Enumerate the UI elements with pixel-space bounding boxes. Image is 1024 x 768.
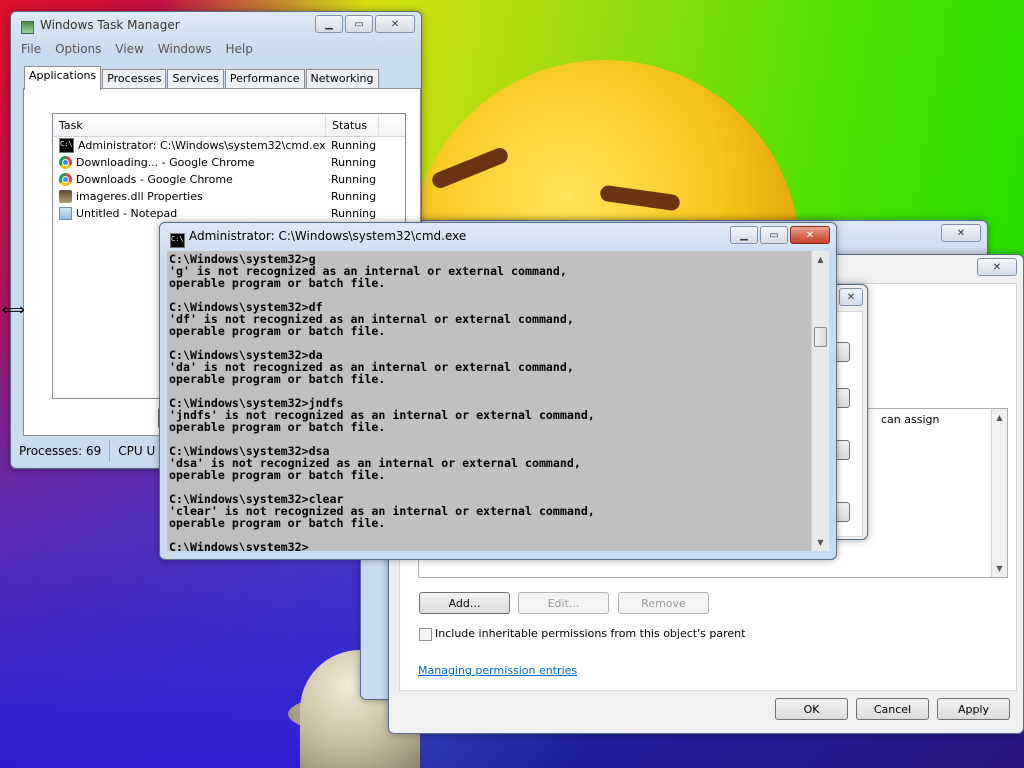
cmd-maximize-icon[interactable]: ▭ <box>760 226 788 244</box>
task-name: Untitled - Notepad <box>76 207 178 220</box>
chrome-icon <box>59 173 72 186</box>
tab-performance[interactable]: Performance <box>224 69 305 89</box>
menu-view[interactable]: View <box>115 42 143 56</box>
task-status: Running <box>331 173 377 186</box>
scroll-thumb[interactable] <box>814 327 827 347</box>
task-status: Running <box>331 139 377 152</box>
ok-button[interactable]: OK <box>775 698 848 720</box>
resize-cursor-icon: ⟺ <box>2 300 25 319</box>
maximize-icon[interactable]: ▭ <box>345 15 373 33</box>
task-manager-menubar: File Options View Windows Help <box>21 42 253 56</box>
status-processes: Processes: 69 <box>11 440 111 462</box>
inherit-permissions-label: Include inheritable permissions from thi… <box>435 627 746 640</box>
task-manager-tabs: Applications Processes Services Performa… <box>24 66 380 90</box>
task-row[interactable]: Downloads - Google Chrome Running <box>53 171 405 188</box>
minimize-icon[interactable]: ▁ <box>315 15 343 33</box>
task-name: imageres.dll Properties <box>76 190 203 203</box>
close-icon[interactable]: ✕ <box>375 15 415 33</box>
scroll-down-icon[interactable]: ▼ <box>992 560 1007 577</box>
chrome-icon <box>59 156 72 169</box>
cmd-output: C:\Windows\system32>g 'g' is not recogni… <box>169 252 595 551</box>
task-status: Running <box>331 207 377 220</box>
cmd-console[interactable]: C:\Windows\system32>g 'g' is not recogni… <box>167 251 829 551</box>
menu-file[interactable]: File <box>21 42 41 56</box>
apply-button[interactable]: Apply <box>937 698 1010 720</box>
cmd-scrollbar[interactable]: ▲ ▼ <box>811 251 829 551</box>
task-name: Downloads - Google Chrome <box>76 173 233 186</box>
tab-networking[interactable]: Networking <box>305 69 379 89</box>
permission-entries-close-icon[interactable]: ✕ <box>977 258 1017 276</box>
permission-entries-partial-text: can assign <box>881 413 940 426</box>
scroll-up-icon[interactable]: ▲ <box>992 409 1007 426</box>
scroll-up-icon[interactable]: ▲ <box>812 251 829 268</box>
tab-processes[interactable]: Processes <box>102 69 167 89</box>
column-status[interactable]: Status <box>326 114 379 136</box>
cmd-icon: C:\ <box>170 233 185 248</box>
task-manager-title: Windows Task Manager <box>40 18 180 32</box>
managing-permission-entries-link[interactable]: Managing permission entries <box>418 664 577 677</box>
add-button[interactable]: Add... <box>419 592 510 614</box>
edit-button[interactable]: Edit... <box>518 592 609 614</box>
menu-help[interactable]: Help <box>225 42 252 56</box>
scroll-down-icon[interactable]: ▼ <box>812 534 829 551</box>
task-row[interactable]: Downloading... - Google Chrome Running <box>53 154 405 171</box>
cmd-title: Administrator: C:\Windows\system32\cmd.e… <box>189 229 467 243</box>
task-status: Running <box>331 156 377 169</box>
menu-options[interactable]: Options <box>55 42 101 56</box>
properties-dialog-close-icon[interactable]: ✕ <box>839 288 863 306</box>
task-row[interactable]: Untitled - Notepad Running <box>53 205 405 222</box>
remove-button[interactable]: Remove <box>618 592 709 614</box>
security-settings-close-icon[interactable]: ✕ <box>941 224 981 242</box>
column-task[interactable]: Task <box>53 114 326 136</box>
cmd-icon: C:\ <box>59 138 74 153</box>
task-row[interactable]: C:\ Administrator: C:\Windows\system32\cm… <box>53 137 405 154</box>
tab-services[interactable]: Services <box>167 69 224 89</box>
task-list-header: Task Status <box>53 114 405 137</box>
status-cpu: CPU U <box>110 440 165 462</box>
cmd-window: C:\ Administrator: C:\Windows\system32\c… <box>159 222 837 560</box>
task-status: Running <box>331 190 377 203</box>
notepad-icon <box>59 207 72 220</box>
task-name: Downloading... - Google Chrome <box>76 156 255 169</box>
task-row[interactable]: imageres.dll Properties Running <box>53 188 405 205</box>
menu-windows[interactable]: Windows <box>158 42 212 56</box>
permission-entries-scrollbar[interactable]: ▲ ▼ <box>991 409 1007 577</box>
cmd-close-icon[interactable]: ✕ <box>790 226 830 244</box>
task-name: Administrator: C:\Windows\system32\cmd.e… <box>78 139 325 152</box>
task-manager-icon <box>21 21 34 34</box>
cmd-minimize-icon[interactable]: ▁ <box>730 226 758 244</box>
cancel-button[interactable]: Cancel <box>856 698 929 720</box>
properties-icon <box>59 190 72 203</box>
tab-applications[interactable]: Applications <box>24 66 102 90</box>
inherit-permissions-checkbox[interactable] <box>419 628 432 641</box>
